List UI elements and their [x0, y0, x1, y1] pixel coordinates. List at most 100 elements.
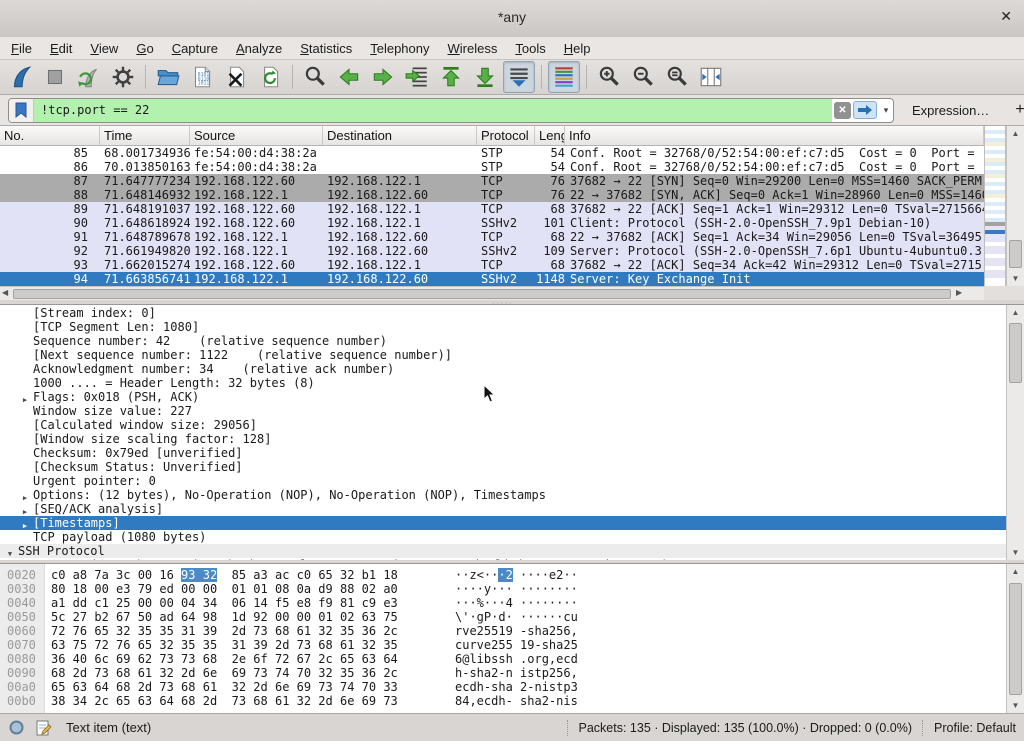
- scroll-thumb[interactable]: [1009, 323, 1022, 383]
- detail-line[interactable]: [Next sequence number: 1122 (relative se…: [0, 348, 1006, 362]
- detail-line[interactable]: ▶Options: (12 bytes), No-Operation (NOP)…: [0, 488, 1006, 502]
- menu-go[interactable]: Go: [127, 39, 162, 58]
- hex-bytes[interactable]: 68 2d 73 68 61 32 2d 6e 69 73 74 70 32 3…: [44, 666, 455, 680]
- detail-line[interactable]: [Stream index: 0]: [0, 306, 1006, 320]
- collapsed-icon[interactable]: ▶: [20, 393, 30, 405]
- hex-bytes[interactable]: 63 75 72 76 65 32 35 35 31 39 2d 73 68 6…: [44, 638, 455, 652]
- scroll-down-icon[interactable]: ▼: [1007, 271, 1024, 286]
- detail-line[interactable]: Acknowledgment number: 34 (relative ack …: [0, 362, 1006, 376]
- detail-line[interactable]: ▶[Timestamps]: [0, 516, 1006, 530]
- detail-line[interactable]: ▼SSH Protocol: [0, 544, 1006, 558]
- hex-row[interactable]: 007063 75 72 76 65 32 35 35 31 39 2d 73 …: [0, 638, 1006, 652]
- packet-row-88[interactable]: 8871.648146932192.168.122.1192.168.122.6…: [0, 188, 984, 202]
- capture-restart-icon[interactable]: [73, 61, 105, 93]
- menu-edit[interactable]: Edit: [41, 39, 81, 58]
- detail-line[interactable]: Sequence number: 42 (relative sequence n…: [0, 334, 1006, 348]
- scroll-left-icon[interactable]: ◀: [2, 288, 8, 297]
- packet-list-minimap-scrollbar[interactable]: [984, 126, 1006, 286]
- filter-dropdown-icon[interactable]: ▾: [879, 105, 893, 116]
- packet-row-94[interactable]: 9471.663856741192.168.122.1192.168.122.6…: [0, 272, 984, 286]
- hex-bytes[interactable]: 38 34 2c 65 63 64 68 2d 73 68 61 32 2d 6…: [44, 694, 455, 708]
- expert-info-icon[interactable]: [8, 719, 25, 736]
- hex-row[interactable]: 008036 40 6c 69 62 73 73 68 2e 6f 72 67 …: [0, 652, 1006, 666]
- file-reload-icon[interactable]: [254, 61, 286, 93]
- packet-list-vscrollbar[interactable]: ▲ ▼: [1006, 126, 1024, 286]
- go-back-icon[interactable]: [333, 61, 365, 93]
- detail-line[interactable]: Urgent pointer: 0: [0, 474, 1006, 488]
- menu-capture[interactable]: Capture: [163, 39, 227, 58]
- detail-line[interactable]: Window size value: 227: [0, 404, 1006, 418]
- colorize-icon[interactable]: [548, 61, 580, 93]
- detail-line[interactable]: [Checksum Status: Unverified]: [0, 460, 1006, 474]
- capture-start-icon[interactable]: [5, 61, 37, 93]
- find-packet-icon[interactable]: [299, 61, 331, 93]
- scroll-thumb[interactable]: [13, 289, 951, 299]
- close-icon[interactable]: ✕: [1000, 8, 1012, 25]
- menu-analyze[interactable]: Analyze: [227, 39, 291, 58]
- display-filter-field[interactable]: !tcp.port == 22 ✕ ▾: [8, 98, 894, 123]
- packet-row-93[interactable]: 9371.662015274192.168.122.60192.168.122.…: [0, 258, 984, 272]
- menu-tools[interactable]: Tools: [506, 39, 554, 58]
- filter-clear-icon[interactable]: ✕: [834, 102, 851, 119]
- detail-line[interactable]: [TCP Segment Len: 1080]: [0, 320, 1006, 334]
- zoom-reset-icon[interactable]: [661, 61, 693, 93]
- menu-wireless[interactable]: Wireless: [439, 39, 507, 58]
- go-forward-icon[interactable]: [367, 61, 399, 93]
- detail-line[interactable]: ▶Flags: 0x018 (PSH, ACK): [0, 390, 1006, 404]
- collapsed-icon[interactable]: ▶: [20, 505, 30, 517]
- column-header-destination[interactable]: Destination: [323, 126, 477, 145]
- column-header-no[interactable]: No.: [0, 126, 100, 145]
- hex-row[interactable]: 0040a1 dd c1 25 00 00 04 34 06 14 f5 e8 …: [0, 596, 1006, 610]
- packet-row-92[interactable]: 9271.661949820192.168.122.1192.168.122.6…: [0, 244, 984, 258]
- capture-options-icon[interactable]: [107, 61, 139, 93]
- menu-statistics[interactable]: Statistics: [291, 39, 361, 58]
- filter-bookmark-icon[interactable]: [9, 99, 34, 122]
- packet-row-89[interactable]: 8971.648191037192.168.122.60192.168.122.…: [0, 202, 984, 216]
- scroll-up-icon[interactable]: ▲: [1007, 305, 1024, 320]
- packet-row-85[interactable]: 8568.001734936fe:54:00:d4:38:2aSTP54Conf…: [0, 146, 984, 160]
- scroll-up-icon[interactable]: ▲: [1007, 126, 1024, 141]
- packet-row-87[interactable]: 8771.647777234192.168.122.60192.168.122.…: [0, 174, 984, 188]
- details-vscrollbar[interactable]: ▲ ▼: [1006, 305, 1024, 560]
- filter-input[interactable]: !tcp.port == 22: [34, 99, 832, 122]
- hex-vscrollbar[interactable]: ▲ ▼: [1006, 564, 1024, 713]
- packet-row-86[interactable]: 8670.013850163fe:54:00:d4:38:2aSTP54Conf…: [0, 160, 984, 174]
- hex-bytes[interactable]: 80 18 00 e3 79 ed 00 00 01 01 08 0a d9 8…: [44, 582, 455, 596]
- menu-help[interactable]: Help: [555, 39, 600, 58]
- go-first-icon[interactable]: [435, 61, 467, 93]
- hex-row[interactable]: 003080 18 00 e3 79 ed 00 00 01 01 08 0a …: [0, 582, 1006, 596]
- menu-telephony[interactable]: Telephony: [361, 39, 438, 58]
- add-filter-button[interactable]: +: [1009, 101, 1024, 119]
- packet-list-hscrollbar[interactable]: ◀ ▶: [0, 286, 984, 300]
- detail-line[interactable]: ▶[SEQ/ACK analysis]: [0, 502, 1006, 516]
- hex-bytes[interactable]: 65 63 64 68 2d 73 68 61 32 2d 6e 69 73 7…: [44, 680, 455, 694]
- file-open-icon[interactable]: [152, 61, 184, 93]
- detail-line[interactable]: [Window size scaling factor: 128]: [0, 432, 1006, 446]
- scroll-up-icon[interactable]: ▲: [1007, 564, 1024, 579]
- hex-row[interactable]: 00505c 27 b2 67 50 ad 64 98 1d 92 00 00 …: [0, 610, 1006, 624]
- column-header-time[interactable]: Time: [100, 126, 190, 145]
- capture-stop-icon[interactable]: [39, 61, 71, 93]
- zoom-out-icon[interactable]: [627, 61, 659, 93]
- hex-bytes[interactable]: 72 76 65 32 35 35 31 39 2d 73 68 61 32 3…: [44, 624, 455, 638]
- expanded-icon[interactable]: ▼: [5, 547, 15, 559]
- title-bar[interactable]: *any ✕: [0, 0, 1024, 38]
- hex-bytes[interactable]: c0 a8 7a 3c 00 16 93 32 85 a3 ac c0 65 3…: [44, 568, 455, 582]
- hex-row[interactable]: 009068 2d 73 68 61 32 2d 6e 69 73 74 70 …: [0, 666, 1006, 680]
- hex-row[interactable]: 00b038 34 2c 65 63 64 68 2d 73 68 61 32 …: [0, 694, 1006, 708]
- scroll-down-icon[interactable]: ▼: [1007, 698, 1024, 713]
- hex-row[interactable]: 00a065 63 64 68 2d 73 68 61 32 2d 6e 69 …: [0, 680, 1006, 694]
- hex-bytes[interactable]: a1 dd c1 25 00 00 04 34 06 14 f5 e8 f9 8…: [44, 596, 455, 610]
- scroll-thumb[interactable]: [1009, 240, 1022, 268]
- file-close-icon[interactable]: [220, 61, 252, 93]
- hex-row[interactable]: 006072 76 65 32 35 35 31 39 2d 73 68 61 …: [0, 624, 1006, 638]
- filter-apply-icon[interactable]: [853, 101, 877, 119]
- go-last-icon[interactable]: [469, 61, 501, 93]
- capture-comment-icon[interactable]: [35, 719, 52, 737]
- detail-line[interactable]: [Calculated window size: 29056]: [0, 418, 1006, 432]
- file-save-icon[interactable]: 010101101011: [186, 61, 218, 93]
- column-header-source[interactable]: Source: [190, 126, 323, 145]
- hex-row[interactable]: 0020c0 a8 7a 3c 00 16 93 32 85 a3 ac c0 …: [0, 568, 1006, 582]
- column-header-protocol[interactable]: Protocol: [477, 126, 535, 145]
- scroll-thumb[interactable]: [1009, 583, 1022, 695]
